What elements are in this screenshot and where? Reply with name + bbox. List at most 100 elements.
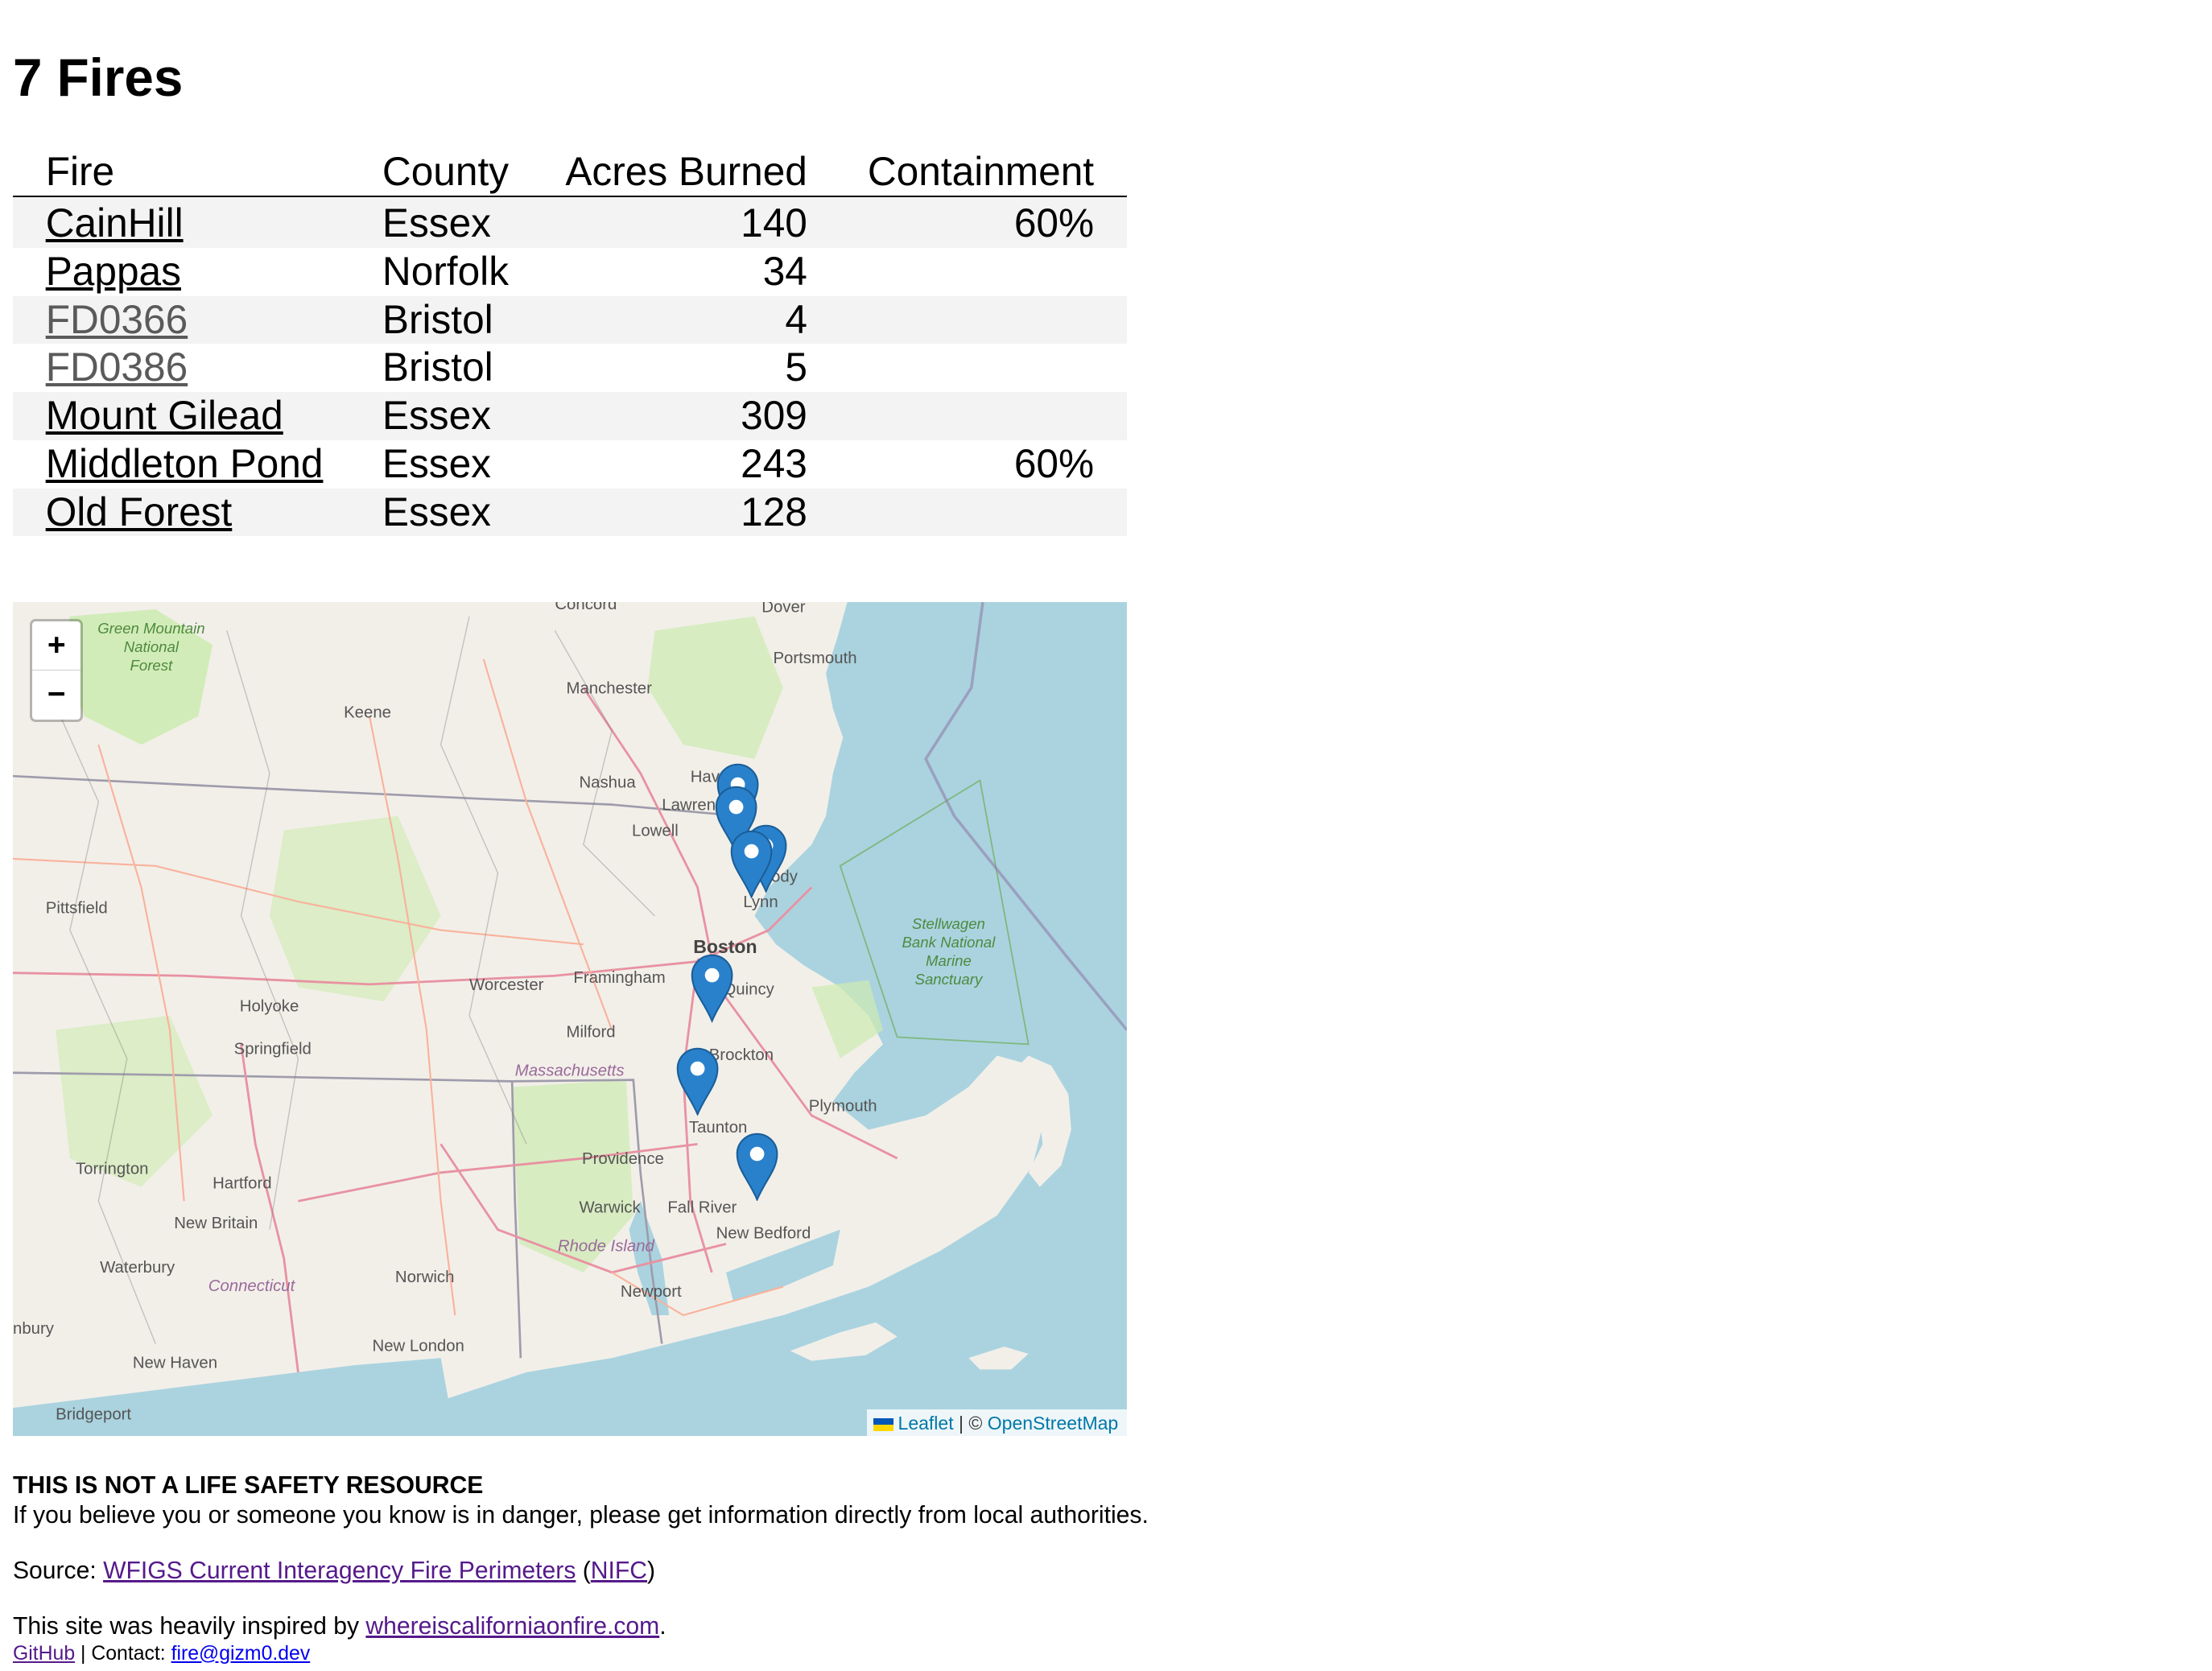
map-label: Manchester <box>566 679 652 697</box>
fire-marker[interactable] <box>676 1047 719 1116</box>
map-label: Fall River <box>667 1199 737 1216</box>
attribution-separator: | © <box>953 1413 988 1434</box>
map-label: Norwich <box>395 1269 455 1286</box>
nifc-link[interactable]: NIFC <box>591 1558 647 1584</box>
source-paren-close: ) <box>647 1558 656 1585</box>
map-label: Springfield <box>234 1041 312 1058</box>
page: 7 Fires Fire County Acres Burned Contain… <box>0 0 2211 1666</box>
map-label: Bridgeport <box>56 1405 131 1423</box>
map-label: Lowell <box>632 822 679 840</box>
map-label: Sanctuary <box>915 971 984 988</box>
map-label: nbury <box>13 1320 55 1338</box>
acres-cell: 128 <box>741 489 807 534</box>
county-cell: Essex <box>382 440 491 486</box>
containment-cell <box>807 392 1127 440</box>
footer: THIS IS NOT A LIFE SAFETY RESOURCE If yo… <box>13 1471 2198 1666</box>
map-label: Milford <box>566 1023 615 1041</box>
column-header-acres: Acres Burned <box>539 146 807 197</box>
fire-link[interactable]: Old Forest <box>46 489 233 534</box>
county-cell: Essex <box>382 393 491 439</box>
table-row: CainHill Essex 140 60% <box>12 196 1127 248</box>
map-attribution: Leaflet | © OpenStreetMap <box>866 1409 1127 1437</box>
map-label: Pittsfield <box>46 899 108 917</box>
contact-email-link[interactable]: fire@gizm0.dev <box>171 1643 311 1665</box>
safety-warning: THIS IS NOT A LIFE SAFETY RESOURCE <box>12 1471 484 1499</box>
source-prefix: Source: <box>12 1558 104 1585</box>
containment-cell <box>807 296 1127 345</box>
county-cell: Essex <box>382 200 491 246</box>
inspired-suffix: . <box>659 1613 666 1640</box>
table-row: FD0366 Bristol 4 <box>12 295 1127 345</box>
acres-cell: 243 <box>741 440 807 486</box>
column-header-containment: Containment <box>807 146 1127 197</box>
map-label: Framingham <box>573 969 665 987</box>
inspired-link[interactable]: whereiscaliforniaonfire.com <box>365 1613 659 1640</box>
zoom-control: + − <box>30 619 84 722</box>
county-cell: Norfolk <box>382 249 510 294</box>
zoom-in-button[interactable]: + <box>32 621 81 671</box>
fire-marker[interactable] <box>730 830 773 899</box>
map-tiles[interactable]: Concord Dover Portsmouth Manchester Keen… <box>12 601 1127 1437</box>
github-link[interactable]: GitHub <box>13 1643 75 1665</box>
map-label: Nashua <box>579 774 636 791</box>
table-row: FD0386 Bristol 5 <box>13 344 1127 392</box>
danger-text: If you believe you or someone you know i… <box>12 1502 1149 1529</box>
map-label: Forest <box>130 657 173 674</box>
table-row: Middleton Pond Essex 243 60% <box>13 440 1127 489</box>
acres-cell: 4 <box>785 296 807 342</box>
fire-map[interactable]: Concord Dover Portsmouth Manchester Keen… <box>12 601 1127 1437</box>
leaflet-link[interactable]: Leaflet <box>898 1413 954 1434</box>
fire-link[interactable]: CainHill <box>46 200 184 245</box>
map-label: Portsmouth <box>773 650 856 667</box>
source-paren-open: ( <box>576 1558 591 1585</box>
fire-marker[interactable] <box>691 954 733 1023</box>
contact-line: GitHub | Contact: fire@gizm0.dev <box>13 1642 2198 1666</box>
map-label: Concord <box>555 602 617 613</box>
map-label: Massachusetts <box>515 1062 625 1079</box>
source-link[interactable]: WFIGS Current Interagency Fire Perimeter… <box>103 1558 576 1584</box>
column-header-fire: Fire <box>12 146 382 197</box>
map-label: Lawren <box>662 797 716 815</box>
map-label: Torrington <box>76 1160 149 1178</box>
county-cell: Bristol <box>382 296 493 342</box>
map-label: Providence <box>582 1150 664 1168</box>
map-label: Keene <box>344 703 391 721</box>
contact-prefix: | Contact: <box>75 1642 171 1665</box>
map-label: Rhode Island <box>558 1237 655 1255</box>
fire-marker[interactable] <box>736 1133 778 1202</box>
map-label: Waterbury <box>100 1259 175 1277</box>
map-label: Holyoke <box>240 997 299 1015</box>
acres-cell: 140 <box>741 200 807 246</box>
map-label: Newport <box>621 1283 682 1301</box>
county-cell: Bristol <box>382 345 493 390</box>
zoom-out-button[interactable]: − <box>32 670 80 719</box>
fire-link[interactable]: Pappas <box>46 249 181 294</box>
fire-link[interactable]: Mount Gilead <box>46 393 283 438</box>
containment-cell <box>807 489 1127 537</box>
map-label: Bank National <box>902 934 996 951</box>
map-label: Stellwagen <box>912 915 985 932</box>
table-row: Pappas Norfolk 34 <box>13 248 1127 296</box>
table-row: Mount Gilead Essex 309 <box>12 392 1127 440</box>
map-label: Marine <box>926 952 972 969</box>
map-label: Warwick <box>579 1199 641 1216</box>
containment-cell: 60% <box>1013 200 1095 246</box>
openstreetmap-link[interactable]: OpenStreetMap <box>988 1413 1118 1434</box>
acres-cell: 5 <box>785 345 807 390</box>
fire-link[interactable]: FD0386 <box>46 345 188 390</box>
map-label: New Britain <box>174 1215 258 1232</box>
fire-link[interactable]: FD0366 <box>46 297 188 342</box>
column-header-county: County <box>382 146 539 197</box>
fires-table: Fire County Acres Burned Containment Cai… <box>12 146 1127 537</box>
acres-cell: 309 <box>741 393 807 439</box>
containment-cell: 60% <box>1013 440 1095 486</box>
inspired-prefix: This site was heavily inspired by <box>12 1613 366 1640</box>
map-label: New Bedford <box>716 1224 811 1242</box>
map-label: Worcester <box>469 976 544 994</box>
map-label: National <box>124 638 180 655</box>
containment-cell <box>807 248 1127 296</box>
acres-cell: 34 <box>762 249 807 294</box>
page-title: 7 Fires <box>12 48 184 108</box>
fire-link[interactable]: Middleton Pond <box>46 441 324 486</box>
containment-cell <box>807 344 1127 392</box>
